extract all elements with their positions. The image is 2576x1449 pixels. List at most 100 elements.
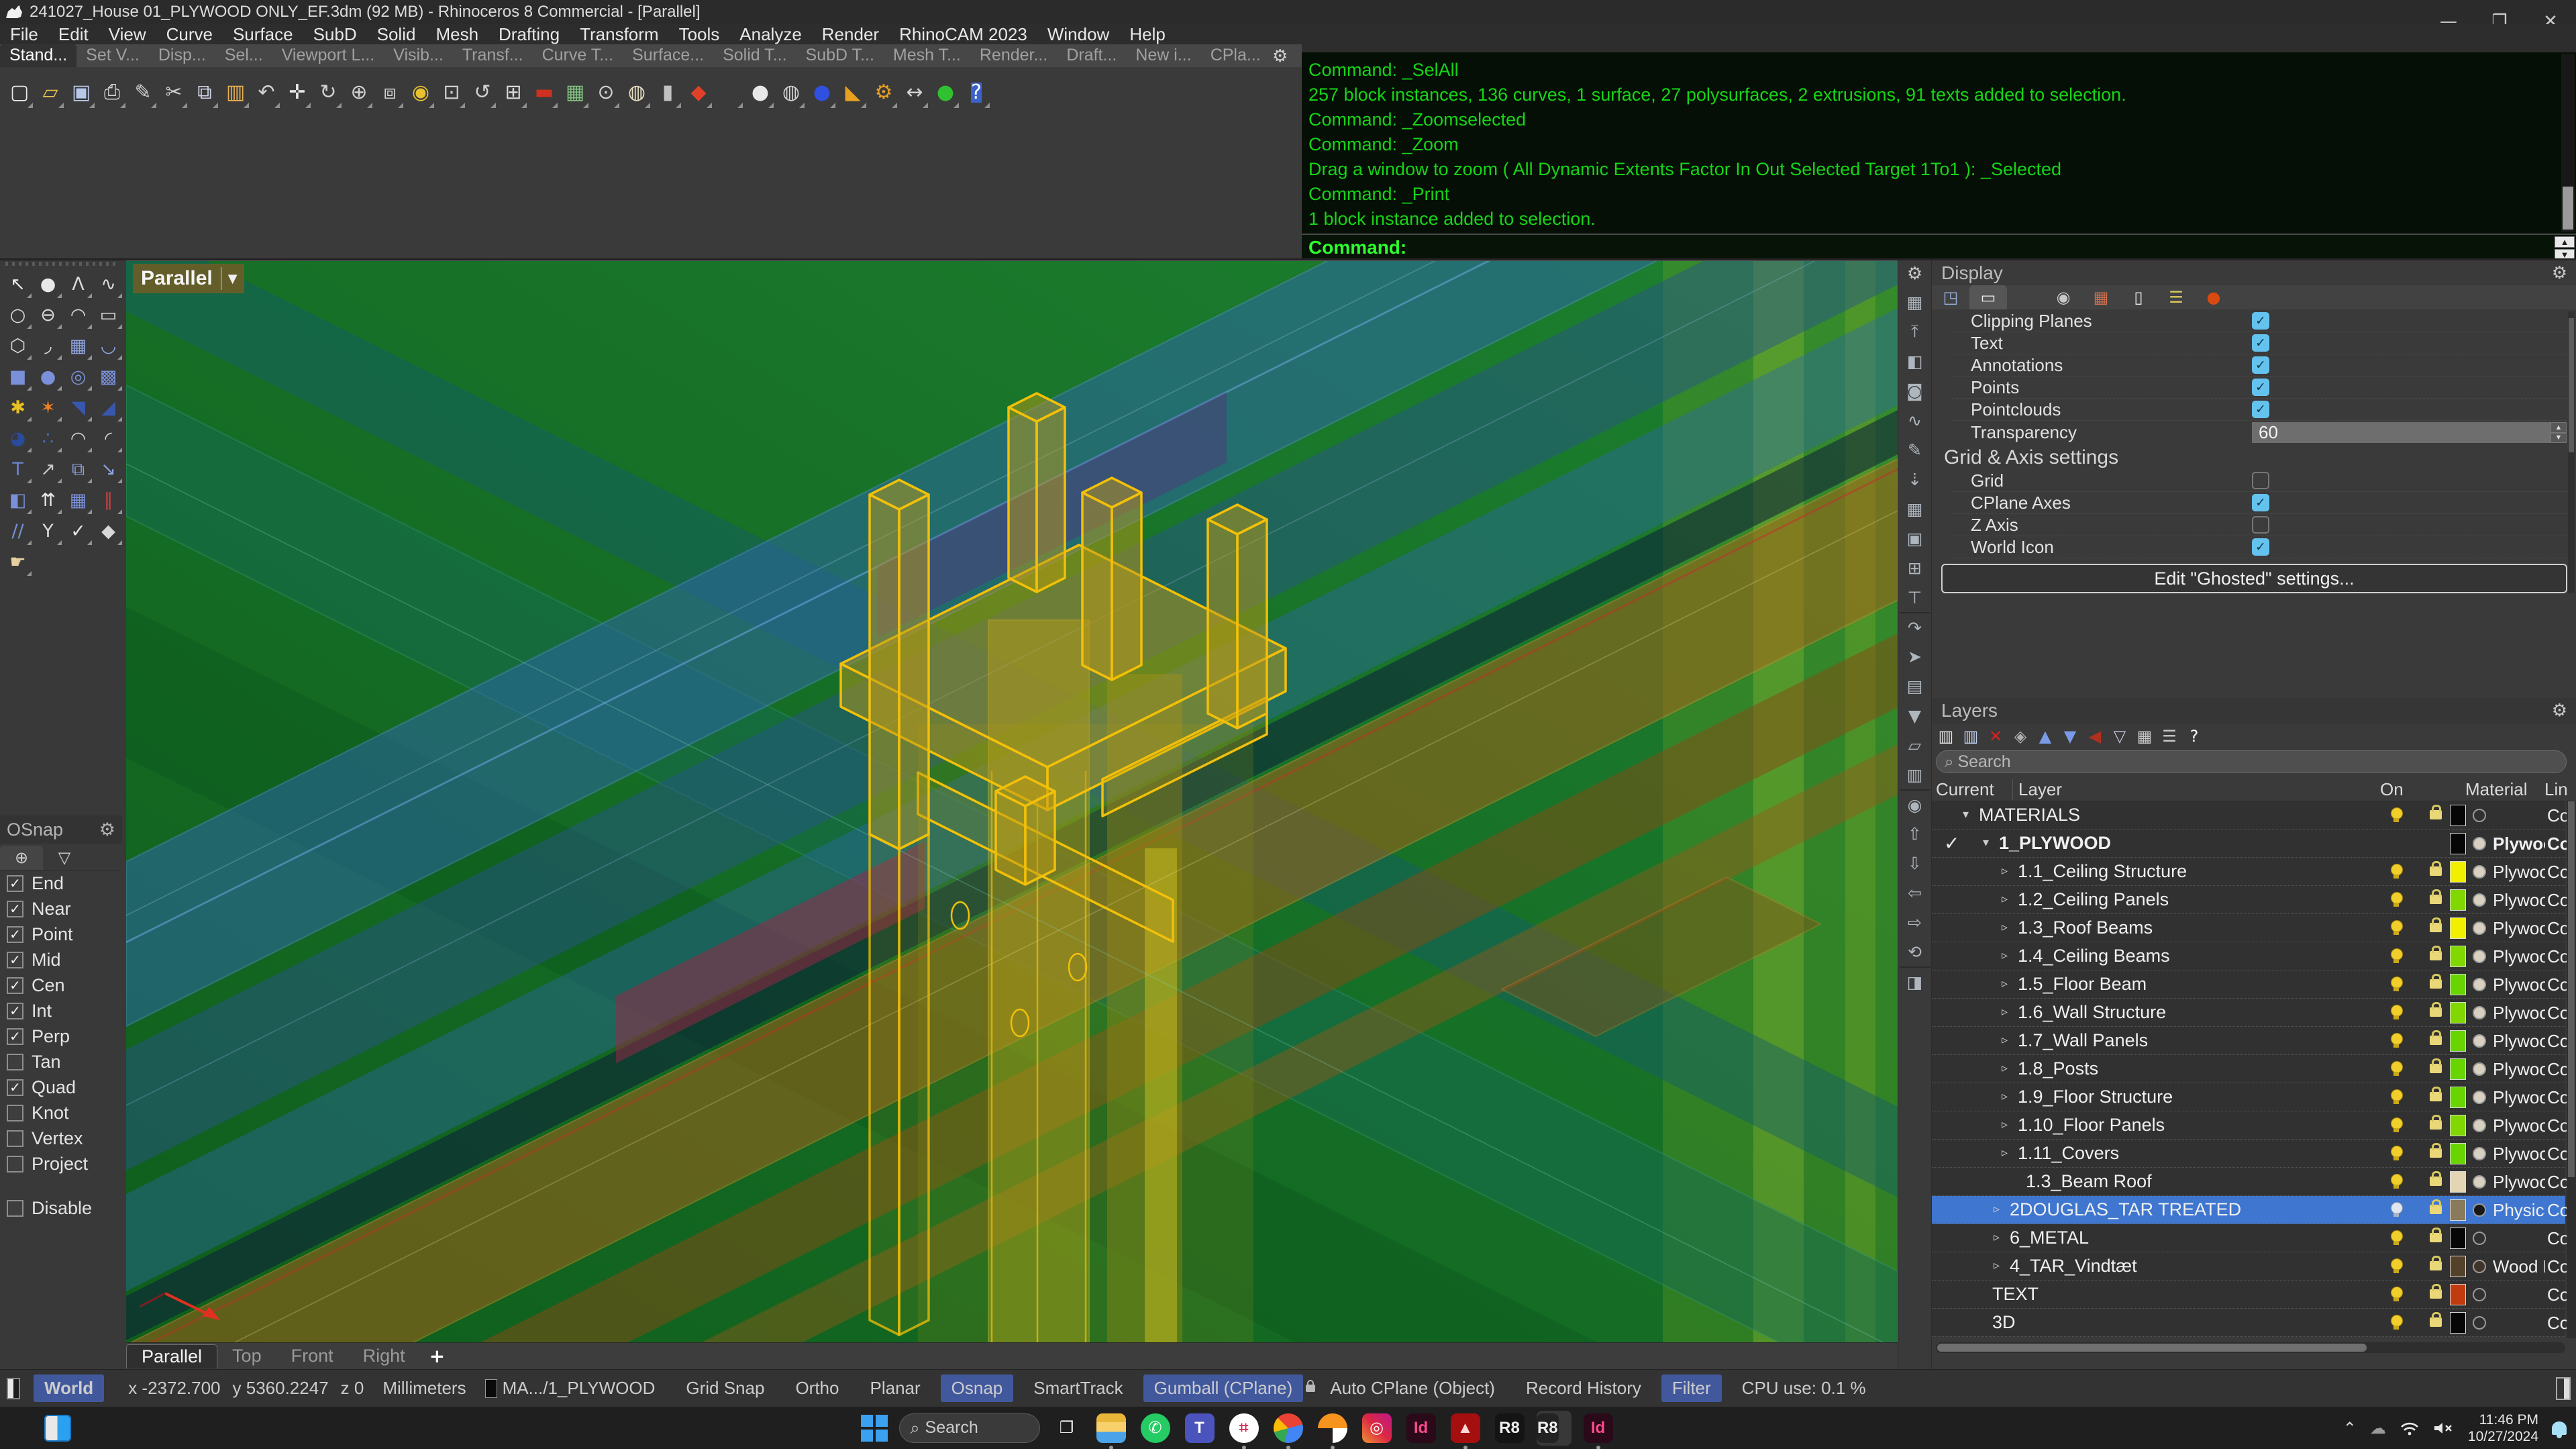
- header-on[interactable]: On: [2380, 779, 2404, 800]
- osnap-checkbox[interactable]: [7, 1003, 23, 1019]
- tray-chevron-icon[interactable]: ⌃: [2343, 1419, 2357, 1438]
- teams[interactable]: T: [1182, 1411, 1217, 1446]
- osnap-row[interactable]: Int: [0, 998, 122, 1023]
- copy-icon[interactable]: ⧉: [189, 75, 220, 110]
- display-checkbox[interactable]: [2252, 538, 2269, 556]
- osnap-row[interactable]: Perp: [0, 1023, 122, 1049]
- 1.5_Floor Beam[interactable]: ▹ 1.5_Floor Beam Plywoo Co: [1932, 970, 2565, 999]
- display-checkbox[interactable]: [2252, 472, 2269, 489]
- cplane-grid-icon[interactable]: ▦: [560, 75, 590, 110]
- layer-color-swatch[interactable]: [2450, 1087, 2466, 1108]
- osnap-checkbox[interactable]: [7, 1105, 23, 1121]
- command-history[interactable]: Command: _SelAll257 block instances, 136…: [1302, 52, 2576, 234]
- osnap-checkbox[interactable]: [7, 875, 23, 892]
- sphere-tool[interactable]: ●: [33, 361, 63, 392]
- new-sublayer-icon[interactable]: ▥: [1961, 726, 1981, 747]
- layer-material-dot[interactable]: [2473, 1119, 2486, 1132]
- layer-material-dot[interactable]: [2473, 1006, 2486, 1019]
- cplane-origin-icon[interactable]: ⤒: [1900, 317, 1930, 346]
- layer-color-swatch[interactable]: [2450, 1058, 2466, 1080]
- cplane-rotate-icon[interactable]: ↷: [1900, 612, 1930, 642]
- TEXT[interactable]: TEXT Co: [1932, 1281, 2565, 1309]
- paste-icon[interactable]: ▥: [220, 75, 251, 110]
- toolbar-tab[interactable]: Disp...: [149, 44, 215, 67]
- osnap-checkbox[interactable]: [7, 1028, 23, 1045]
- layer-lock-icon[interactable]: [2430, 1092, 2442, 1101]
- color-wheel-icon[interactable]: [2007, 285, 2045, 309]
- header-linetype[interactable]: Lin: [2544, 779, 2568, 800]
- layer-lock-icon[interactable]: [2430, 810, 2442, 819]
- osnap-disable-checkbox[interactable]: [7, 1200, 23, 1217]
- chrome[interactable]: [1271, 1411, 1306, 1446]
- layer-color-swatch[interactable]: [2450, 1199, 2466, 1221]
- flatten-tool[interactable]: ◢: [93, 392, 123, 423]
- layer-lock-icon[interactable]: [2430, 1177, 2442, 1186]
- cut-icon[interactable]: ✂: [158, 75, 189, 110]
- cplane-plan-icon[interactable]: ⊞: [1900, 553, 1930, 583]
- cplane-square-icon[interactable]: ▣: [1900, 523, 1930, 553]
- 1.9_Floor Structure[interactable]: ▹ 1.9_Floor Structure Plywoo Co: [1932, 1083, 2565, 1111]
- layer-visibility-bulb[interactable]: [2389, 1230, 2403, 1246]
- toolbar-tab[interactable]: Render...: [970, 44, 1057, 67]
- panel-toggle-icon[interactable]: [2556, 1377, 2571, 1400]
- viewport-tab[interactable]: Parallel: [126, 1344, 217, 1368]
- spotlight-icon[interactable]: ◍: [621, 75, 652, 110]
- check-tool[interactable]: ✓: [63, 515, 93, 546]
- osnap-checkbox[interactable]: [7, 1054, 23, 1070]
- status-toggle[interactable]: Planar: [859, 1375, 931, 1402]
- spin-down-icon[interactable]: ▼: [2551, 433, 2567, 444]
- world-cplane-button[interactable]: World: [34, 1375, 104, 1402]
- help-icon[interactable]: ?: [961, 75, 992, 110]
- toolbar-tab[interactable]: Mesh T...: [884, 44, 970, 67]
- 1.6_Wall Structure[interactable]: ▹ 1.6_Wall Structure Plywoo Co: [1932, 999, 2565, 1027]
- circle-snap-icon[interactable]: ⊙: [590, 75, 621, 110]
- taskbar-search[interactable]: ⌕ Search: [899, 1413, 1040, 1443]
- status-toggle[interactable]: Auto CPlane (Object): [1319, 1375, 1506, 1402]
- onedrive-icon[interactable]: ☁: [2370, 1419, 2386, 1438]
- display-checkbox[interactable]: [2252, 334, 2269, 352]
- layer-visibility-bulb[interactable]: [2389, 1202, 2403, 1218]
- edit-ghosted-settings-button[interactable]: Edit "Ghosted" settings...: [1941, 564, 2567, 593]
- display-checkbox[interactable]: [2252, 379, 2269, 396]
- transparency-input[interactable]: 60: [2252, 422, 2551, 443]
- ellipse-tool[interactable]: ⊖: [33, 299, 63, 330]
- shaded-view-icon[interactable]: ◆: [683, 75, 714, 110]
- layer-visibility-bulb[interactable]: [2389, 1117, 2403, 1134]
- layer-color-swatch[interactable]: [2450, 917, 2466, 939]
- cplane-view-icon[interactable]: ◙: [1900, 376, 1930, 405]
- text-tool[interactable]: T: [3, 454, 33, 485]
- file-explorer[interactable]: [1094, 1411, 1129, 1446]
- save-icon[interactable]: ▣: [66, 75, 97, 110]
- grid-icon[interactable]: ▦: [2082, 285, 2120, 309]
- 3D[interactable]: 3D Co: [1932, 1309, 2565, 1337]
- rectangle-tool[interactable]: ▭: [93, 299, 123, 330]
- layer-material-dot[interactable]: [2473, 1203, 2486, 1217]
- bell-icon[interactable]: ●: [2195, 285, 2232, 309]
- osnap-row[interactable]: Mid: [0, 947, 122, 972]
- osnap-row[interactable]: Project: [0, 1151, 122, 1177]
- layers-hscrollbar[interactable]: [1936, 1342, 2565, 1353]
- layer-material-dot[interactable]: [2473, 837, 2486, 850]
- move-up-icon[interactable]: ▲: [2035, 726, 2055, 747]
- layer-material-dot[interactable]: [2473, 865, 2486, 879]
- new-file-icon[interactable]: ▢: [4, 75, 35, 110]
- cplane-edit-icon[interactable]: ✎: [1900, 435, 1930, 464]
- 1.10_Floor Panels[interactable]: ▹ 1.10_Floor Panels Plywoo Co: [1932, 1111, 2565, 1140]
- toolbar-tab[interactable]: Sel...: [215, 44, 272, 67]
- layer-color-swatch[interactable]: [2450, 974, 2466, 995]
- rhino-8[interactable]: R8: [1492, 1411, 1527, 1446]
- 1.3_Beam Roof[interactable]: 1.3_Beam Roof Plywoo Co: [1932, 1168, 2565, 1196]
- layer-lock-icon[interactable]: [2430, 1261, 2442, 1270]
- menu-item[interactable]: Mesh: [425, 24, 488, 44]
- viewport-tab[interactable]: Front: [276, 1344, 348, 1368]
- menu-item[interactable]: View: [99, 24, 156, 44]
- cplane-grid2-icon[interactable]: ▦: [1900, 494, 1930, 523]
- extrude-tool[interactable]: ⇈: [33, 485, 63, 515]
- spin-up-icon[interactable]: ▲: [2555, 236, 2575, 248]
- layer-visibility-bulb[interactable]: [2389, 1287, 2403, 1303]
- polygon-tool[interactable]: ⬡: [3, 330, 33, 361]
- array-rect-tool[interactable]: ▦: [63, 485, 93, 515]
- layers-gear-icon[interactable]: ⚙: [2552, 701, 2567, 721]
- layer-lock-icon[interactable]: [2430, 1233, 2442, 1242]
- cplane-drop-icon[interactable]: ⇣: [1900, 464, 1930, 494]
